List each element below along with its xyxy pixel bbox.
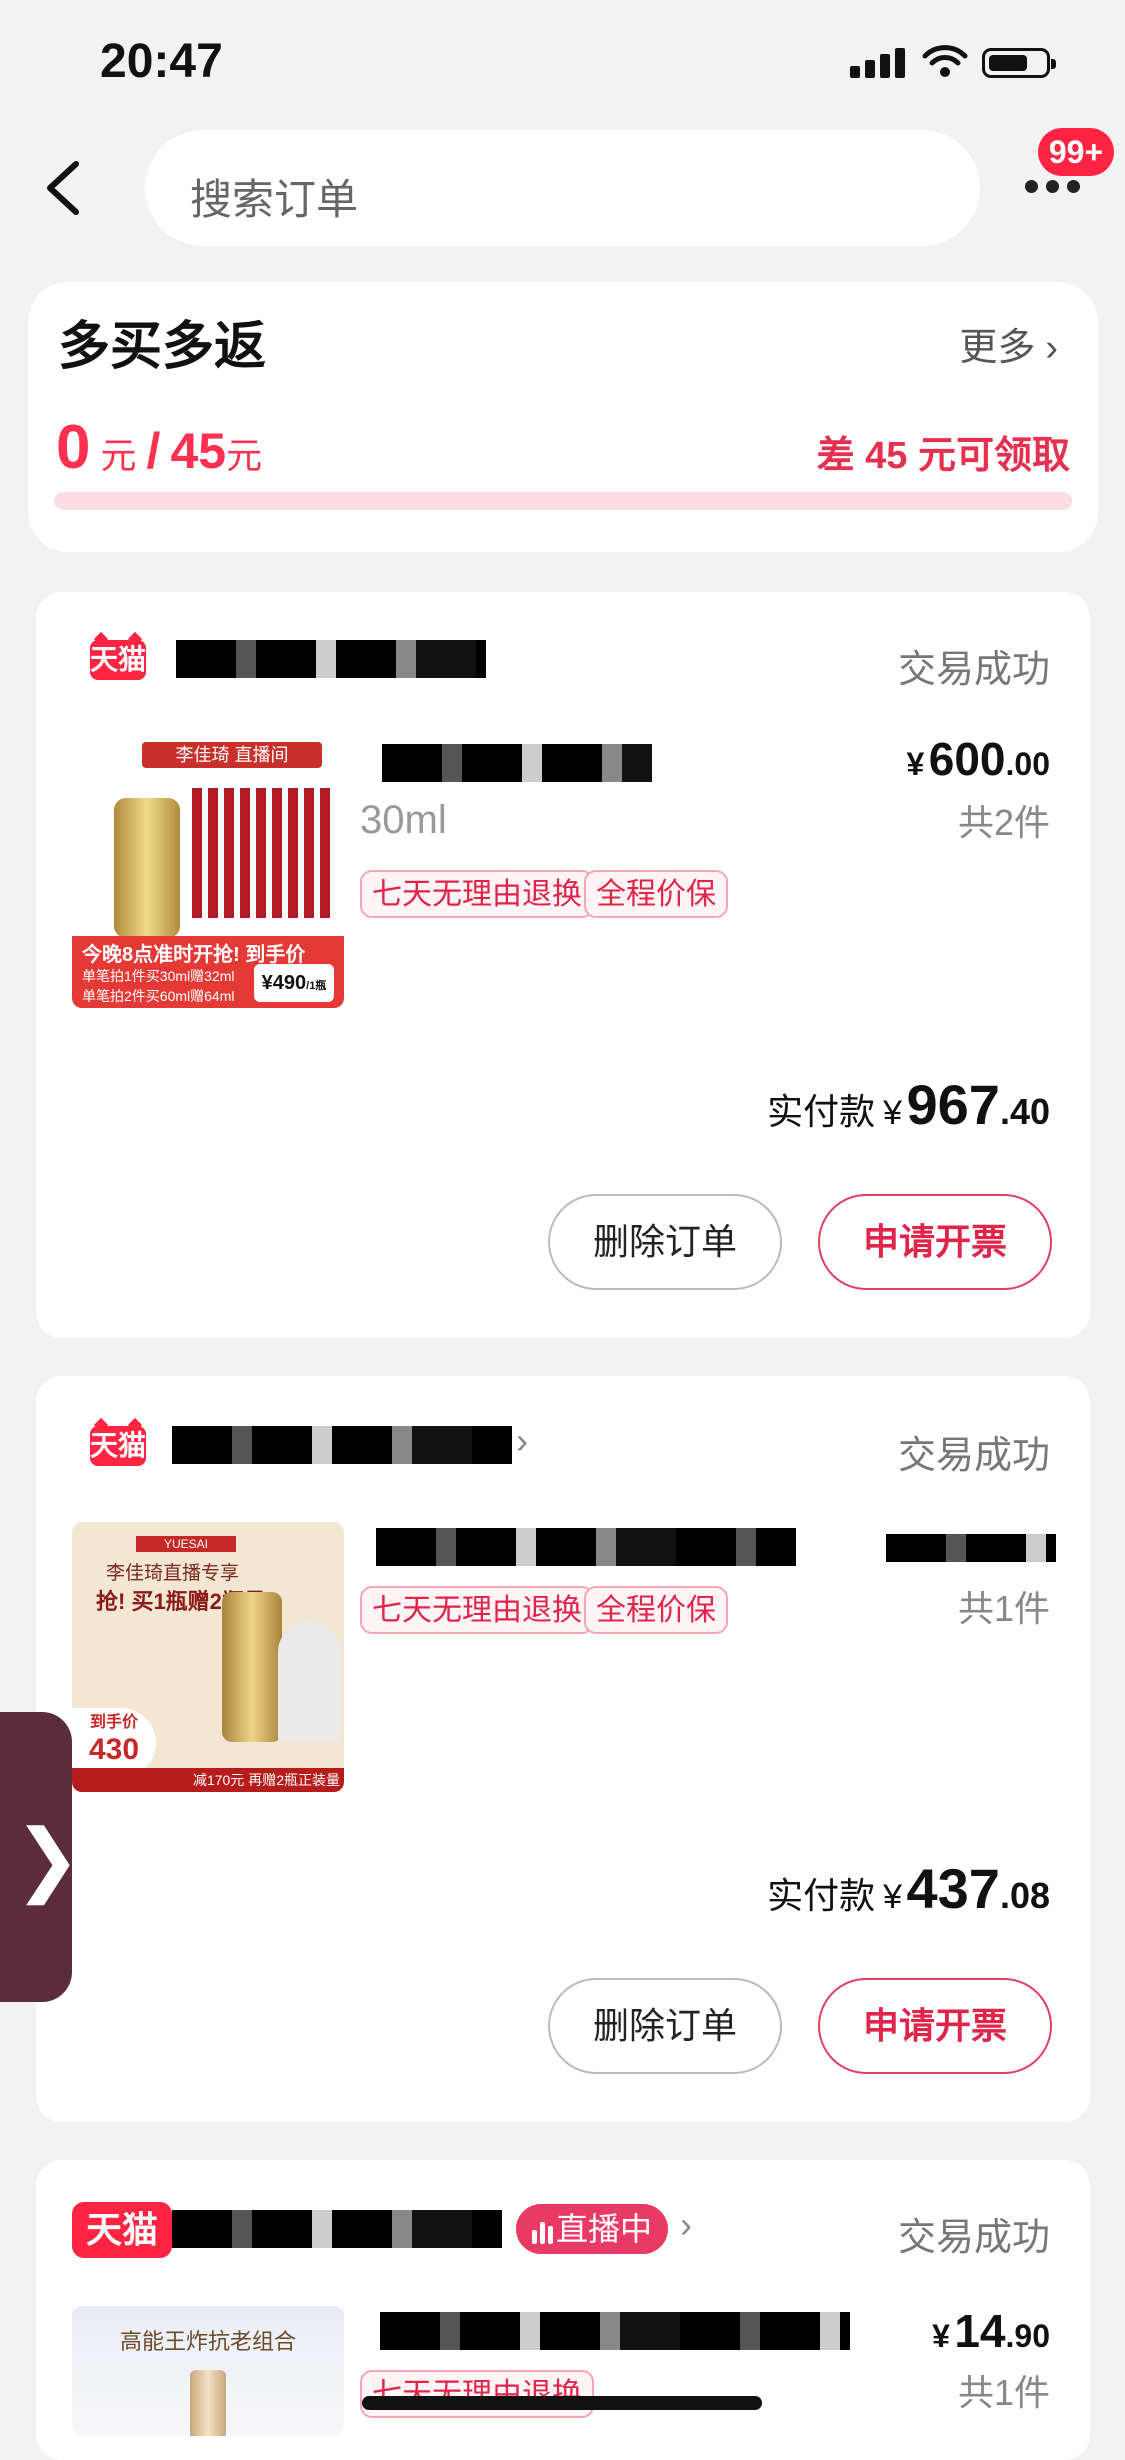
promo-more-link[interactable]: 更多 › (959, 316, 1058, 371)
promo-progress-bar (54, 492, 1072, 510)
status-time: 20:47 (100, 35, 223, 88)
order-card[interactable]: 天猫 直播中 › 交易成功 高能王炸抗老组合 七天无理由退换 ¥ 14.90 共… (36, 2160, 1090, 2460)
store-name-redacted[interactable] (176, 640, 486, 678)
item-quantity: 共1件 (957, 2372, 1050, 2413)
promo-more-label: 更多 (959, 327, 1036, 369)
live-streaming-badge[interactable]: 直播中 (516, 2204, 669, 2254)
promo-separator: / (146, 423, 161, 479)
tag-seven-day-return: 七天无理由退换 (360, 1586, 594, 1634)
order-card[interactable]: 天猫 › 交易成功 YUESAI 李佳琦直播专享 抢! 买1瓶赠2瓶量 到手价 … (36, 1376, 1090, 2122)
notification-badge: 99+ (1038, 128, 1114, 176)
chevron-right-icon[interactable]: › (680, 2204, 692, 2246)
search-placeholder: 搜索订单 (190, 176, 359, 223)
tag-seven-day-return: 七天无理由退换 (360, 2370, 594, 2418)
product-bottle-image (222, 1592, 282, 1742)
more-options-icon[interactable] (1025, 180, 1081, 194)
promo-unit-2: 元 (226, 435, 263, 476)
promo-title: 多买多返 (58, 318, 267, 376)
spokesperson-image (278, 1622, 340, 1742)
apply-invoice-button[interactable]: 申请开票 (818, 1978, 1052, 2074)
item-quantity: 共2件 (957, 802, 1050, 843)
unit-price: ¥ 14.90 (932, 2305, 1050, 2357)
product-thumbnail[interactable]: YUESAI 李佳琦直播专享 抢! 买1瓶赠2瓶量 到手价 430 减170元 … (72, 1522, 344, 1792)
gift-set-image (192, 788, 332, 918)
tag-price-protection: 全程价保 (584, 1586, 728, 1634)
order-status: 交易成功 (897, 649, 1050, 691)
product-thumbnail[interactable]: 高能王炸抗老组合 (72, 2306, 344, 2436)
store-name-redacted[interactable] (172, 1426, 512, 1464)
product-volume: 30ml (360, 798, 447, 842)
price-redacted (886, 1534, 1056, 1562)
product-title-redacted[interactable] (376, 1528, 796, 1566)
thumb-promo-strip: 今晚8点准时开抢! 到手价 单笔拍1件买30ml赠32ml 单笔拍2件买60ml… (72, 936, 344, 1008)
paid-amount: 实付款 ¥ 967.40 (767, 1073, 1050, 1136)
wifi-icon (922, 45, 968, 77)
promo-card: 多买多返 更多 › 0 元 / 45元 差 45 元可领取 (28, 282, 1098, 552)
promo-current-amount: 0 (56, 413, 91, 482)
item-quantity: 共1件 (957, 1588, 1050, 1629)
promo-unit: 元 (100, 435, 137, 476)
search-input[interactable]: 搜索订单 (145, 130, 980, 246)
delete-order-button[interactable]: 删除订单 (548, 1978, 782, 2074)
live-bars-icon (532, 2211, 556, 2247)
back-arrow-icon[interactable] (40, 160, 90, 216)
chevron-right-icon[interactable]: › (516, 1420, 528, 1462)
side-drawer-handle[interactable]: ❯ (0, 1712, 81, 2002)
tmall-badge: 天猫 (90, 1426, 146, 1466)
unit-price: ¥ 600.00 (906, 733, 1050, 785)
tmall-badge: 天猫 (90, 640, 146, 680)
product-bottle-image (114, 798, 180, 938)
apply-invoice-button[interactable]: 申请开票 (818, 1194, 1052, 1290)
promo-target-amount: 45 (170, 423, 227, 479)
chevron-right-icon: ❯ (14, 1814, 82, 1903)
order-status: 交易成功 (897, 2217, 1050, 2259)
order-card[interactable]: 天猫 交易成功 李佳琦 直播间 今晚8点准时开抢! 到手价 单笔拍1件买30ml… (36, 592, 1090, 1338)
thumb-live-banner: 李佳琦 直播间 (142, 742, 322, 768)
tmall-badge: 天猫 (72, 2202, 173, 2258)
cellular-signal-icon (850, 48, 906, 78)
delete-order-button[interactable]: 删除订单 (548, 1194, 782, 1290)
order-status: 交易成功 (897, 1435, 1050, 1477)
chevron-right-icon: › (1045, 327, 1058, 369)
promo-difference: 差 45 元可领取 (816, 435, 1070, 477)
paid-amount: 实付款 ¥ 437.08 (767, 1857, 1050, 1920)
live-label: 直播中 (556, 2211, 653, 2247)
promo-progress-text: 0 元 / 45元 (56, 412, 262, 483)
store-name-redacted[interactable] (172, 2210, 502, 2248)
product-thumbnail[interactable]: 李佳琦 直播间 今晚8点准时开抢! 到手价 单笔拍1件买30ml赠32ml 单笔… (72, 738, 344, 1008)
product-title-redacted[interactable] (382, 744, 652, 782)
product-bottle-image (190, 2370, 226, 2436)
tag-seven-day-return: 七天无理由退换 (360, 870, 594, 918)
battery-icon (982, 48, 1056, 78)
home-indicator[interactable] (362, 2396, 762, 2410)
tag-price-protection: 全程价保 (584, 870, 728, 918)
product-title-redacted[interactable] (380, 2312, 850, 2350)
